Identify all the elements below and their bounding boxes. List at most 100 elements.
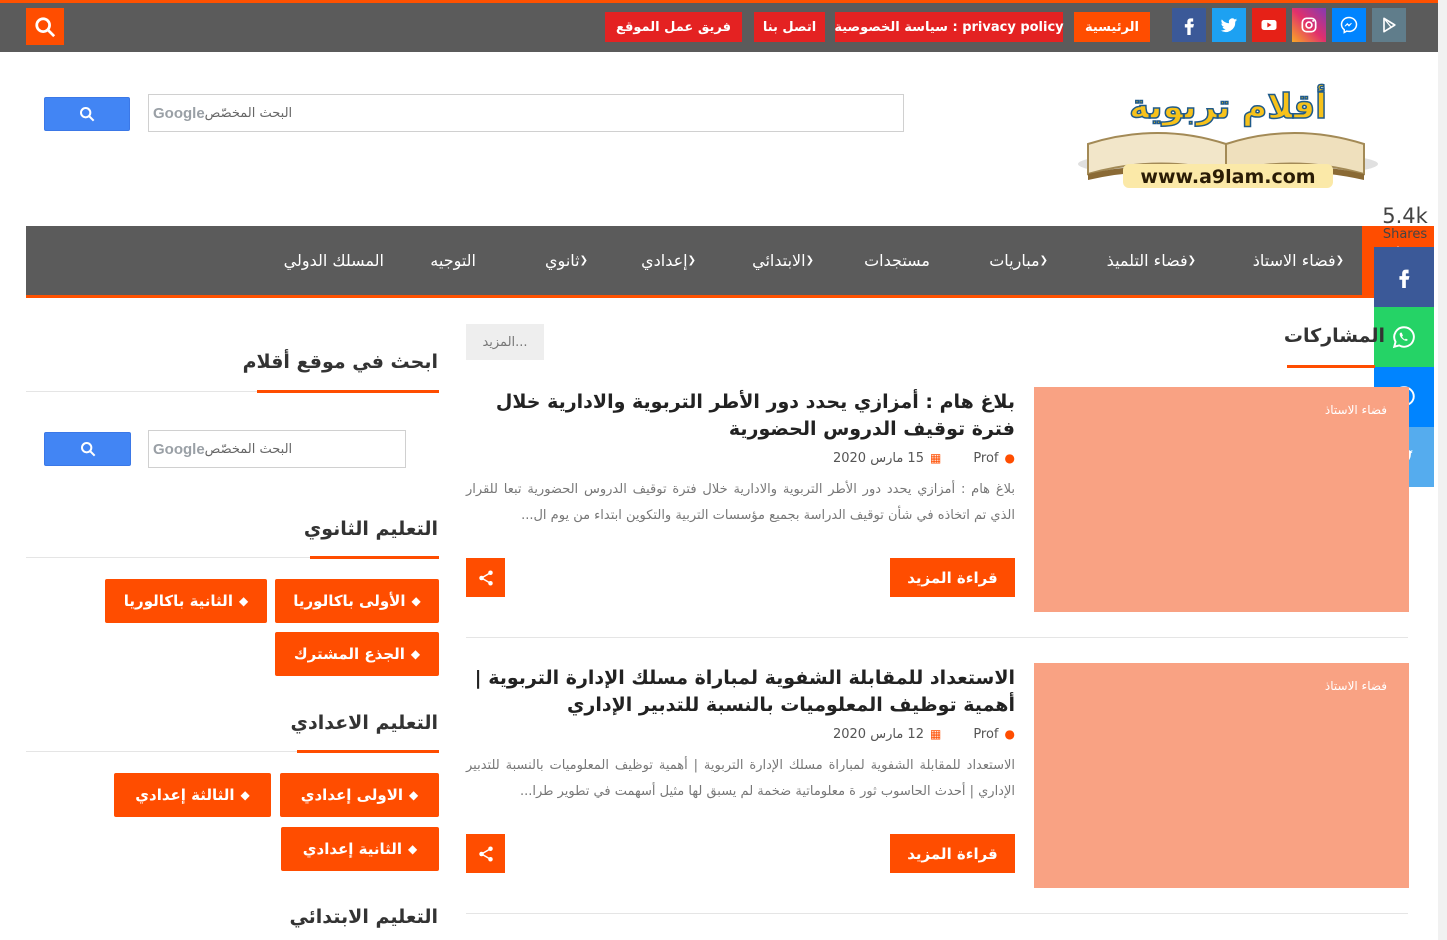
facebook-icon (1399, 269, 1410, 288)
nav-item-secondary[interactable]: ثانوي ❯ (545, 226, 596, 295)
site-logo[interactable]: أقلام تربوية www.a9lam.com (1068, 74, 1386, 194)
chevron-down-icon: ❯ (687, 255, 696, 266)
post-category[interactable]: فضاء الاستاذ (1325, 403, 1387, 417)
tag-icon: ◆ (410, 647, 421, 661)
nav-item-news[interactable]: مستجدات (864, 226, 930, 295)
tag-middle-1[interactable]: ◆ الاولى إعدادي (280, 773, 439, 817)
sidebar-search-button[interactable] (44, 432, 131, 466)
nav-label: مباريات (989, 251, 1040, 270)
sidebar-search-input[interactable]: البحث المخصّص Google (148, 430, 406, 468)
tag-icon: ◆ (238, 594, 249, 608)
calendar-icon: ▦ (929, 727, 942, 741)
search-placeholder: البحث المخصّص (204, 441, 293, 457)
chevron-down-icon: ❯ (1187, 255, 1196, 266)
post-thumbnail[interactable]: فضاء الاستاذ (1034, 387, 1409, 612)
share-icon (478, 570, 493, 585)
instagram-icon (1301, 17, 1317, 33)
nav-item-international[interactable]: المسلك الدولي (284, 226, 384, 295)
read-more-button[interactable]: قراءة المزيد (890, 558, 1015, 597)
nav-label: فضاء الاستاذ (1252, 251, 1336, 270)
nav-item-orientation[interactable]: التوجيه (430, 226, 476, 295)
tag-icon: ◆ (240, 788, 250, 802)
user-icon: ● (1004, 451, 1015, 465)
share-counter: 5.4k Shares (1376, 204, 1434, 242)
facebook-link[interactable] (1172, 8, 1206, 42)
read-more-button[interactable]: قراءة المزيد (890, 834, 1015, 873)
post-divider (466, 913, 1408, 914)
messenger-link[interactable] (1332, 8, 1366, 42)
post-excerpt: بلاغ هام : أمزازي يحدد دور الأطر التربوي… (466, 482, 1015, 523)
tag-icon: ◆ (409, 788, 419, 802)
google-brand-label: Google (153, 104, 205, 122)
google-brand-label: Google (153, 440, 205, 458)
calendar-icon: ▦ (929, 451, 942, 465)
chevron-down-icon: ❯ (805, 255, 814, 266)
top-link-home[interactable]: الرئيسية (1074, 12, 1150, 42)
top-bar: فريق عمل الموقع اتصل بنا سياسة الخصوصية … (0, 0, 1447, 52)
tag-bac-2[interactable]: ◆ الثانية باكالوريا (105, 579, 267, 623)
search-placeholder: البحث المخصّص (204, 105, 293, 121)
top-link-team[interactable]: فريق عمل الموقع (605, 12, 742, 42)
tag-label: الجذع المشترك (293, 645, 405, 663)
tag-label: الثانية إعدادي (302, 840, 403, 858)
post-share-button[interactable] (466, 834, 505, 873)
chevron-down-icon: ❯ (579, 255, 588, 266)
nav-label: فضاء التلميذ (1106, 251, 1188, 270)
user-icon: ● (1004, 727, 1015, 741)
post-excerpt: الاستعداد للمقابلة الشفوية لمباراة مسلك … (466, 758, 1015, 799)
nav-item-teacher[interactable]: فضاء الاستاذ ❯ (1253, 226, 1352, 295)
post-title[interactable]: بلاغ هام : أمزازي يحدد دور الأطر التربوي… (466, 389, 1015, 443)
tag-icon: ◆ (411, 594, 421, 608)
title-underline (310, 556, 439, 559)
nav-item-middle[interactable]: إعدادي ❯ (641, 226, 704, 295)
google-play-link[interactable] (1372, 8, 1406, 42)
header-search-button[interactable] (44, 97, 130, 131)
chevron-down-icon: ❯ (1039, 255, 1048, 266)
search-toggle-button[interactable] (26, 8, 64, 45)
title-underline (297, 750, 439, 753)
post-author[interactable]: Prof (973, 451, 998, 466)
chevron-down-icon: ❯ (1335, 255, 1344, 266)
top-link-privacy[interactable]: سياسة الخصوصية : privacy policy (834, 12, 1064, 42)
tag-label: الاولى إعدادي (300, 786, 404, 804)
post-title[interactable]: الاستعداد للمقابلة الشفوية لمباراة مسلك … (466, 665, 1015, 719)
youtube-link[interactable] (1252, 8, 1286, 42)
posts-section-title: المشاركات (1283, 325, 1385, 347)
search-icon (35, 16, 56, 37)
tag-middle-2[interactable]: ◆ الثانية إعدادي (281, 827, 439, 871)
page-scrollbar[interactable] (1438, 0, 1447, 940)
more-posts-button[interactable]: المزيد... (466, 324, 544, 360)
tag-common-core[interactable]: ◆ الجذع المشترك (275, 632, 439, 676)
tag-middle-3[interactable]: ◆ الثالثة إعدادي (114, 773, 271, 817)
tag-label: الثانية باكالوريا (123, 592, 233, 610)
tag-icon: ◆ (408, 842, 418, 856)
nav-label: التوجيه (430, 251, 476, 270)
share-facebook-button[interactable] (1374, 247, 1434, 307)
title-underline (257, 390, 439, 393)
logo-title: أقلام تربوية (1129, 84, 1327, 127)
post-meta: ● Prof ▦ 12 مارس 2020 (640, 724, 1015, 744)
post-author[interactable]: Prof (973, 727, 998, 742)
nav-item-primary[interactable]: الابتدائي ❯ (752, 226, 822, 295)
tag-label: الثالثة إعدادي (135, 786, 235, 804)
twitter-link[interactable] (1212, 8, 1246, 42)
secondary-section-title: التعليم الثانوي (303, 518, 438, 540)
tag-bac-1[interactable]: ◆ الأولى باكالوريا (275, 579, 439, 623)
logo-url: www.a9lam.com (1140, 166, 1315, 188)
nav-item-exams[interactable]: مباريات ❯ (989, 226, 1056, 295)
top-link-contact[interactable]: اتصل بنا (754, 12, 825, 42)
nav-item-student[interactable]: فضاء التلميذ ❯ (1107, 226, 1204, 295)
header-search-input[interactable]: البحث المخصّص Google (148, 94, 904, 132)
search-icon (80, 442, 95, 457)
nav-label: مستجدات (864, 251, 930, 270)
instagram-link[interactable] (1292, 8, 1326, 42)
post-category[interactable]: فضاء الاستاذ (1325, 679, 1387, 693)
post-date: 12 مارس 2020 (832, 726, 924, 742)
search-icon (80, 107, 95, 122)
post-share-button[interactable] (466, 558, 505, 597)
post-thumbnail[interactable]: فضاء الاستاذ (1034, 663, 1409, 888)
share-count-label: Shares (1382, 227, 1428, 242)
youtube-icon (1261, 20, 1277, 30)
nav-label: إعدادي (641, 251, 688, 270)
sidebar-search-title: ابحث في موقع أقلام (242, 351, 438, 373)
